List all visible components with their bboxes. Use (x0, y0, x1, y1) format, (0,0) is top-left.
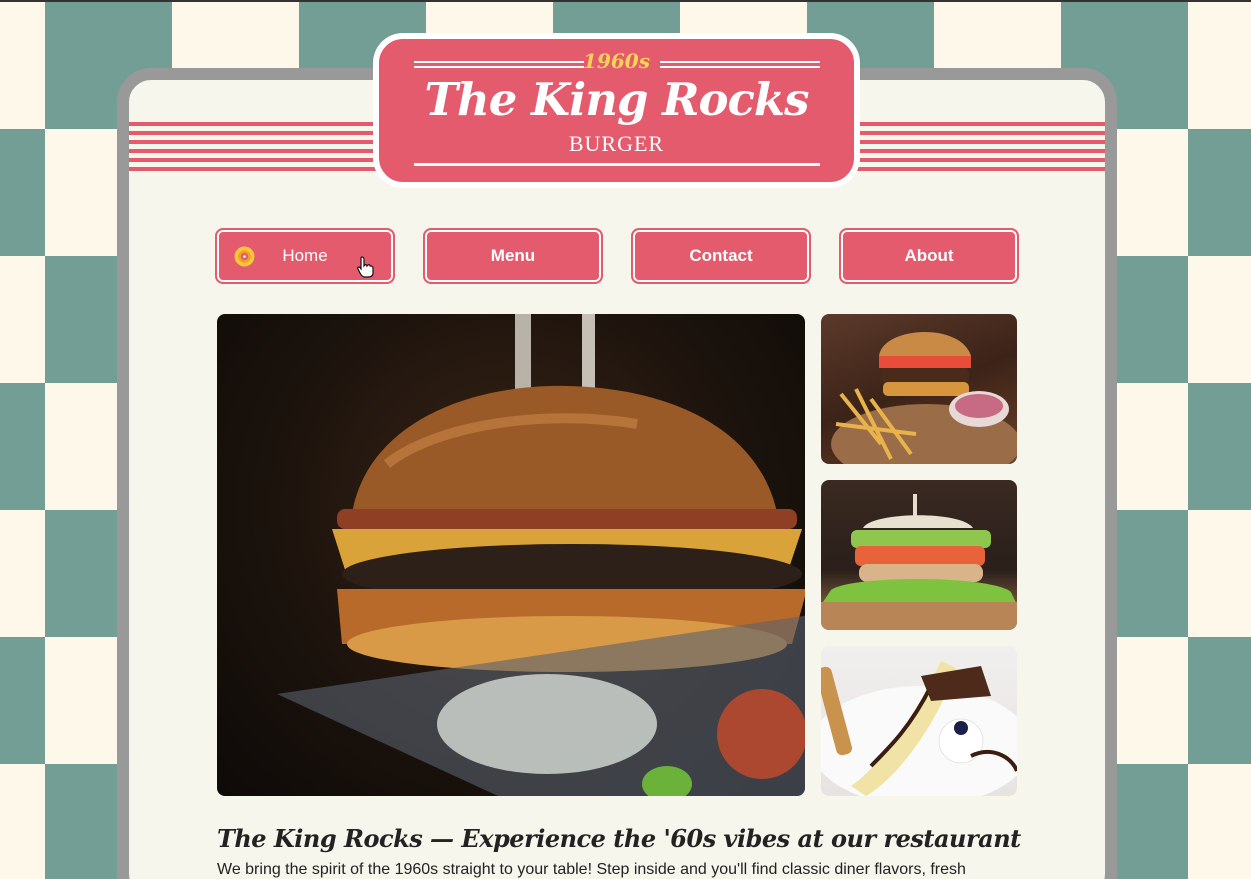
nav-home-label: Home (282, 246, 328, 265)
vinyl-record-icon (234, 246, 255, 267)
decorative-stripes-right (855, 122, 1105, 172)
badge-line-bottom (414, 163, 820, 166)
nav-menu-label: Menu (490, 246, 536, 265)
brand-badge-inner: 1960s The King Rocks BURGER (377, 37, 856, 184)
burger-fries-photo (821, 314, 1017, 464)
nav-menu-button[interactable]: Menu (423, 228, 603, 284)
nav-about-label: About (904, 246, 954, 265)
brand-badge: 1960s The King Rocks BURGER (373, 33, 860, 188)
nav-home-button[interactable]: Home (215, 228, 395, 284)
nav-contact-button[interactable]: Contact (631, 228, 811, 284)
banana-dessert-photo (821, 646, 1017, 796)
page-headline: The King Rocks — Experience the '60s vib… (217, 824, 1021, 853)
nav-contact-label: Contact (689, 246, 753, 265)
brand-subtitle: BURGER (568, 131, 665, 156)
nav-about-button[interactable]: About (839, 228, 1019, 284)
intro-paragraph: We bring the spirit of the 1960s straigh… (217, 861, 966, 878)
brand-title: The King Rocks (424, 73, 810, 126)
hand-pointer-icon (357, 256, 374, 278)
burger-photo (217, 314, 805, 796)
decorative-stripes-left (129, 122, 379, 172)
sandwich-photo (821, 480, 1017, 630)
brand-year: 1960s (583, 49, 650, 73)
